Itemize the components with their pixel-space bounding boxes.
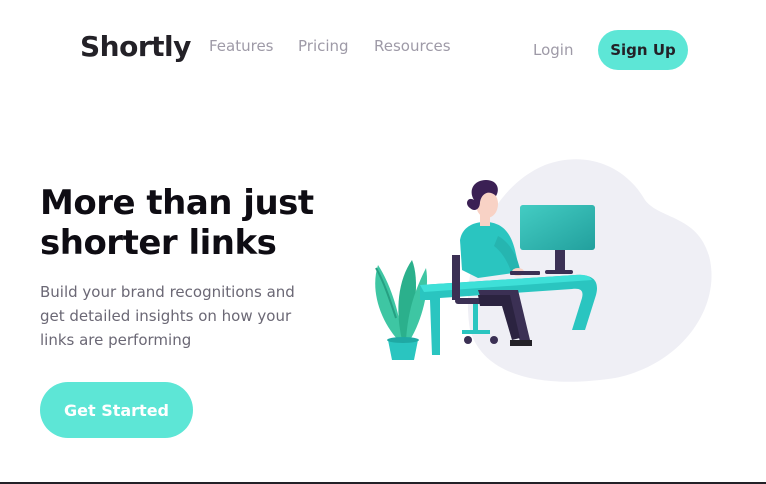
hero-subtitle-line-1: Build your brand recognitions and (40, 283, 295, 301)
hero-subtitle-line-2: get detailed insights on how your (40, 307, 292, 325)
nav-link-resources[interactable]: Resources (374, 37, 451, 55)
hero-subtitle: Build your brand recognitions and get de… (40, 280, 310, 352)
hero-illustration (375, 159, 712, 382)
landing-page: Shortly Features Pricing Resources Login… (0, 0, 766, 484)
nav-link-features[interactable]: Features (209, 37, 274, 55)
hero-title-line-2: shorter links (40, 223, 277, 263)
signup-button[interactable]: Sign Up (598, 30, 688, 70)
hero-subtitle-line-3: links are performing (40, 331, 192, 349)
logo[interactable]: Shortly (80, 30, 191, 63)
plant-illustration (375, 260, 428, 360)
hero-title-line-1: More than just (40, 183, 314, 223)
nav-link-pricing[interactable]: Pricing (298, 37, 349, 55)
login-link[interactable]: Login (533, 41, 573, 59)
get-started-button[interactable]: Get Started (40, 382, 193, 438)
hero-title: More than just shorter links (40, 183, 340, 263)
